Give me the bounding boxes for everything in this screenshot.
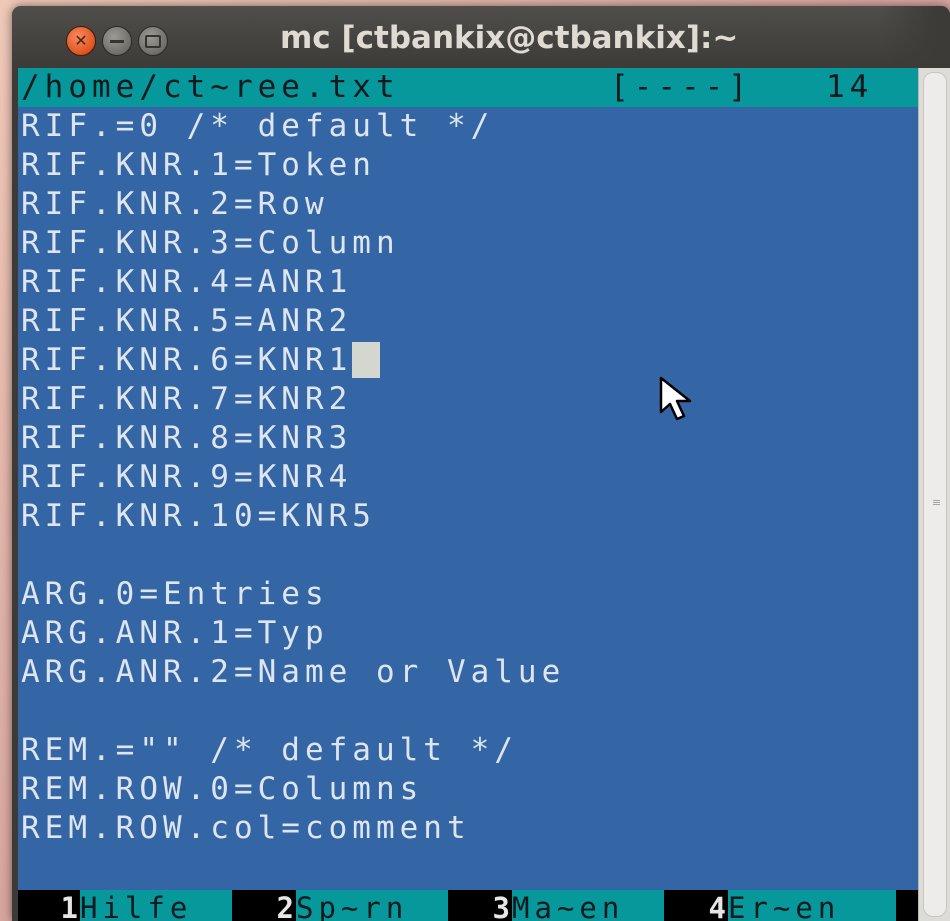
editor-line-text: REM.ROW.col=comment	[21, 810, 471, 846]
editor-line[interactable]: ARG.0=Entries	[21, 575, 329, 614]
editor-line-text: ARG.ANR.1=Typ	[21, 615, 329, 651]
cursor-column: 14	[826, 69, 874, 105]
terminal-window: ✕ mc [ctbankix@ctbankix]:~ /home/ct~ree.…	[12, 6, 950, 921]
editor-line-text: ARG.ANR.2=Name or Value	[21, 654, 566, 690]
fkey-number: 4	[708, 891, 726, 921]
maximize-icon	[145, 35, 161, 48]
editor-line-text: RIF.KNR.9=KNR4	[21, 459, 353, 495]
editor-status-bar: /home/ct~ree.txt [----] 14	[18, 68, 918, 107]
editor-line[interactable]: ARG.ANR.2=Name or Value	[21, 653, 565, 692]
fkey-number: 3	[492, 891, 510, 921]
editor-line[interactable]: RIF.KNR.4=ANR1	[21, 263, 352, 302]
editor-line-text: RIF.KNR.5=ANR2	[21, 303, 353, 339]
fkey-number: 1	[60, 891, 78, 921]
minimize-button[interactable]	[102, 26, 132, 56]
editor-line[interactable]: RIF.KNR.5=ANR2	[21, 302, 352, 341]
editor-line-text: RIF.KNR.3=Column	[21, 225, 400, 261]
text-cursor	[352, 342, 381, 378]
editor-line[interactable]: REM.="" /* default */	[21, 731, 518, 770]
fkey-label: Er~en	[728, 890, 896, 921]
arrow-pointer-icon	[659, 376, 692, 421]
editor-line[interactable]: ARG.ANR.1=Typ	[21, 614, 329, 653]
editor-line-text: RIF.=0 /* default */	[21, 108, 495, 144]
title-fade	[880, 6, 950, 68]
editor-line[interactable]: RIF.KNR.10=KNR5	[21, 497, 376, 536]
editor-line[interactable]: RIF.KNR.8=KNR3	[21, 419, 352, 458]
editor-line-text: RIF.KNR.8=KNR3	[21, 420, 353, 456]
close-icon: ✕	[74, 31, 88, 50]
fkey-label: Sp~rn	[296, 890, 448, 921]
editor-line[interactable]: RIF.KNR.2=Row	[21, 185, 329, 224]
editor-line-text: RIF.KNR.1=Token	[21, 147, 376, 183]
editor-line-text: RIF.KNR.10=KNR5	[21, 498, 376, 534]
scroll-grip-icon: ≡	[932, 496, 942, 509]
editor-line[interactable]: REM.ROW.col=comment	[21, 809, 471, 848]
function-key-bar: 1 Hilfe 2 Sp~rn 3 Ma~en 4 Er~en	[18, 890, 918, 921]
file-path: /home/ct~ree.txt	[21, 69, 400, 105]
scrollbar[interactable]: ≡	[918, 68, 950, 921]
editor-line-text: REM.="" /* default */	[21, 732, 518, 768]
fkey-number: 2	[276, 891, 294, 921]
editor-area[interactable]: /home/ct~ree.txt [----] 14 RIF.=0 /* def…	[18, 68, 918, 921]
title-bar[interactable]: ✕ mc [ctbankix@ctbankix]:~	[12, 6, 950, 68]
maximize-button[interactable]	[138, 26, 168, 56]
editor-line-text: RIF.KNR.6=KNR1	[21, 342, 353, 378]
editor-line[interactable]: RIF.=0 /* default */	[21, 107, 494, 146]
editor-line-text: ARG.0=Entries	[21, 576, 329, 612]
editor-line-text: RIF.KNR.4=ANR1	[21, 264, 353, 300]
editor-line-text: RIF.KNR.2=Row	[21, 186, 329, 222]
editor-line-text: REM.ROW.0=Columns	[21, 771, 424, 807]
scroll-thumb[interactable]: ≡	[923, 72, 947, 917]
editor-line[interactable]: RIF.KNR.3=Column	[21, 224, 400, 263]
window-title: mc [ctbankix@ctbankix]:~	[280, 20, 739, 56]
editor-line[interactable]: REM.ROW.0=Columns	[21, 770, 423, 809]
editor-line[interactable]: RIF.KNR.1=Token	[21, 146, 376, 185]
fkey-label: Hilfe	[80, 890, 232, 921]
minimize-icon	[110, 40, 124, 43]
editor-line-text: RIF.KNR.7=KNR2	[21, 381, 353, 417]
editor-line[interactable]: RIF.KNR.9=KNR4	[21, 458, 352, 497]
close-button[interactable]: ✕	[66, 26, 96, 56]
editor-line[interactable]: RIF.KNR.7=KNR2	[21, 380, 352, 419]
edit-flags: [----]	[610, 69, 752, 105]
editor-line[interactable]: RIF.KNR.6=KNR1	[21, 341, 381, 380]
fkey-label: Ma~en	[512, 890, 664, 921]
